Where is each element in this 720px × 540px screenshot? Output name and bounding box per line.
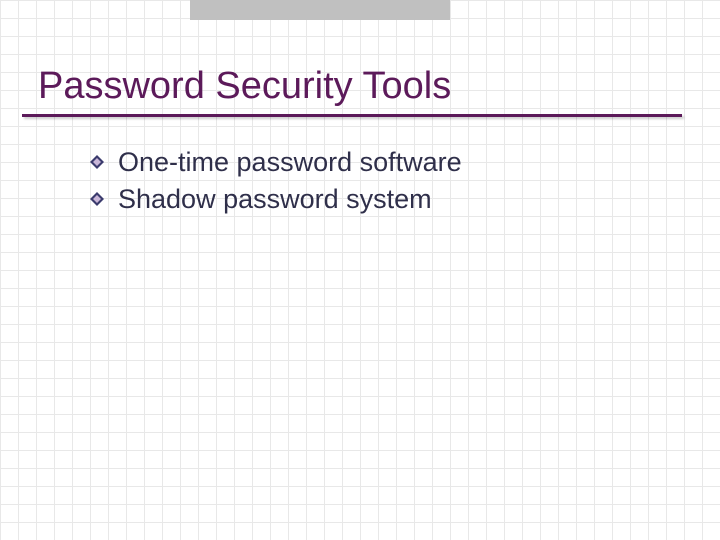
bullet-text: One-time password software [118,147,462,177]
bullet-text: Shadow password system [118,184,432,214]
slide-container: Password Security Tools One-time passwor… [0,0,720,540]
list-item: Shadow password system [90,182,720,217]
diamond-bullet-icon [90,192,104,206]
slide-title: Password Security Tools [0,65,720,108]
list-item: One-time password software [90,145,720,180]
bullet-list: One-time password software Shadow passwo… [90,145,720,217]
diamond-bullet-icon [90,155,104,169]
slide-body: One-time password software Shadow passwo… [0,117,720,217]
